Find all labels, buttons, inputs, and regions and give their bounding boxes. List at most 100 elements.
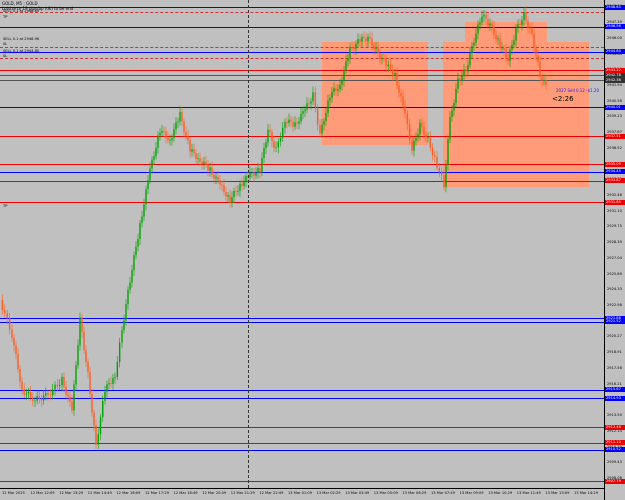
time-tick-label: 12 Mar 18:49 xyxy=(173,491,198,495)
price-level-label: 2948.65 xyxy=(605,4,625,10)
candle-body xyxy=(267,129,269,143)
candle-body xyxy=(233,191,235,197)
candle-body xyxy=(417,134,419,138)
candle-body xyxy=(533,33,535,48)
chart-window[interactable]: GOLD, M5 : GOLD Lotsize to 19 pips/bp (d… xyxy=(0,0,625,500)
candle-body xyxy=(203,161,205,165)
candle-body xyxy=(165,131,167,138)
candle-body xyxy=(173,129,175,138)
candle-body xyxy=(169,139,171,141)
vertical-dashed-line[interactable] xyxy=(248,0,249,488)
candle-body xyxy=(209,167,211,171)
price-level-label: 2912.46 xyxy=(605,424,625,430)
time-scale[interactable]: 12 Mar 2025 12 Mar 12:09 12 Mar 13:29 12 Ma… xyxy=(0,488,604,500)
time-tick-label: 13 Mar 03:49 xyxy=(345,491,370,495)
candle-body xyxy=(13,337,15,346)
price-tick-label: 2917.56 xyxy=(607,365,622,370)
candle-body xyxy=(125,304,127,321)
candle-body xyxy=(525,12,527,21)
candle-body xyxy=(23,389,25,395)
candle-body xyxy=(61,377,63,386)
candle-body xyxy=(337,89,339,91)
candle-body xyxy=(121,330,123,343)
price-tick-label: 2918.91 xyxy=(607,350,622,355)
price-level-label: 2934.45 xyxy=(605,169,625,175)
candle-body xyxy=(27,392,30,394)
candle-body xyxy=(284,121,286,128)
price-level-label: 2911.10 xyxy=(605,440,625,446)
candle-body xyxy=(259,168,261,173)
price-level-label: 2907.79 xyxy=(605,478,625,484)
candle-body xyxy=(469,52,471,65)
price-tick-label: 2924.33 xyxy=(607,287,622,292)
candle-body xyxy=(531,28,533,34)
candle-body xyxy=(227,195,229,197)
candle-body xyxy=(95,425,97,445)
price-level-label: 2935.09 xyxy=(605,161,625,167)
candle-body xyxy=(408,124,411,141)
candle-body xyxy=(310,101,312,104)
candle-body xyxy=(253,172,255,176)
candle-body xyxy=(465,69,467,72)
candle-body xyxy=(141,216,143,223)
candle-body xyxy=(145,189,147,205)
price-level-label: 2910.52 xyxy=(605,447,625,453)
price-tick-label: 2932.46 xyxy=(607,192,622,197)
time-tick-label: 13 Mar 09:09 xyxy=(459,491,484,495)
candle-body xyxy=(179,112,181,122)
candle-body xyxy=(71,401,73,411)
price-level-label: 2937.51 xyxy=(605,133,625,139)
candle-body xyxy=(443,175,445,188)
price-level-label: 2940.01 xyxy=(605,104,625,110)
candle-body xyxy=(56,384,59,387)
price-tick-label: 2936.52 xyxy=(607,145,622,150)
candle-body xyxy=(523,12,525,21)
candle-body xyxy=(38,396,41,399)
candle-body xyxy=(499,38,501,48)
candle-body xyxy=(455,88,457,103)
candle-body xyxy=(135,246,137,256)
candle-body xyxy=(207,164,209,171)
candle-body xyxy=(147,180,149,190)
time-tick-label: 12 Mar 22:49 xyxy=(259,491,284,495)
candle-body xyxy=(77,345,79,366)
candle-body xyxy=(85,350,87,363)
candle-body xyxy=(282,127,284,138)
candle-body xyxy=(245,176,247,182)
trade-info-label: 2027 Sell 0.12 -$1.20 xyxy=(556,88,600,93)
candle-body xyxy=(45,393,47,396)
candle-body xyxy=(375,47,377,50)
candle-body xyxy=(467,64,469,72)
candle-body xyxy=(431,147,434,156)
candle-body xyxy=(321,124,323,134)
candle-body xyxy=(58,385,61,387)
candle-body xyxy=(75,365,77,385)
candle-body xyxy=(427,137,429,138)
candle-body xyxy=(471,45,473,53)
price-scale[interactable]: 2948.742947.392946.002944.642943.292941.… xyxy=(604,0,625,500)
price-level-label: 2942.36 xyxy=(605,77,625,83)
candle-body xyxy=(67,394,69,397)
candle-body xyxy=(36,396,38,401)
candle-body xyxy=(493,26,495,36)
candle-body xyxy=(81,317,83,333)
candle-body xyxy=(277,141,279,148)
candle-body xyxy=(273,140,275,148)
candle-body xyxy=(163,130,165,132)
candle-body xyxy=(373,45,375,50)
candle-body xyxy=(511,44,513,50)
candle-body xyxy=(1,300,4,310)
candle-body xyxy=(265,142,267,149)
price-plot-area[interactable]: GOLD, M5 : GOLD Lotsize to 19 pips/bp (d… xyxy=(0,0,604,488)
candle-body xyxy=(325,112,327,122)
candle-body xyxy=(231,196,233,203)
time-tick-label: 12 Mar 12:09 xyxy=(30,491,55,495)
candle-body xyxy=(65,386,67,395)
candle-body xyxy=(429,137,431,148)
candle-body xyxy=(104,391,106,401)
candle-body xyxy=(306,103,308,110)
candle-body xyxy=(97,434,99,445)
candle-body xyxy=(545,80,547,85)
time-tick-label: 13 Mar 10:29 xyxy=(488,491,513,495)
candle-body xyxy=(361,36,363,42)
